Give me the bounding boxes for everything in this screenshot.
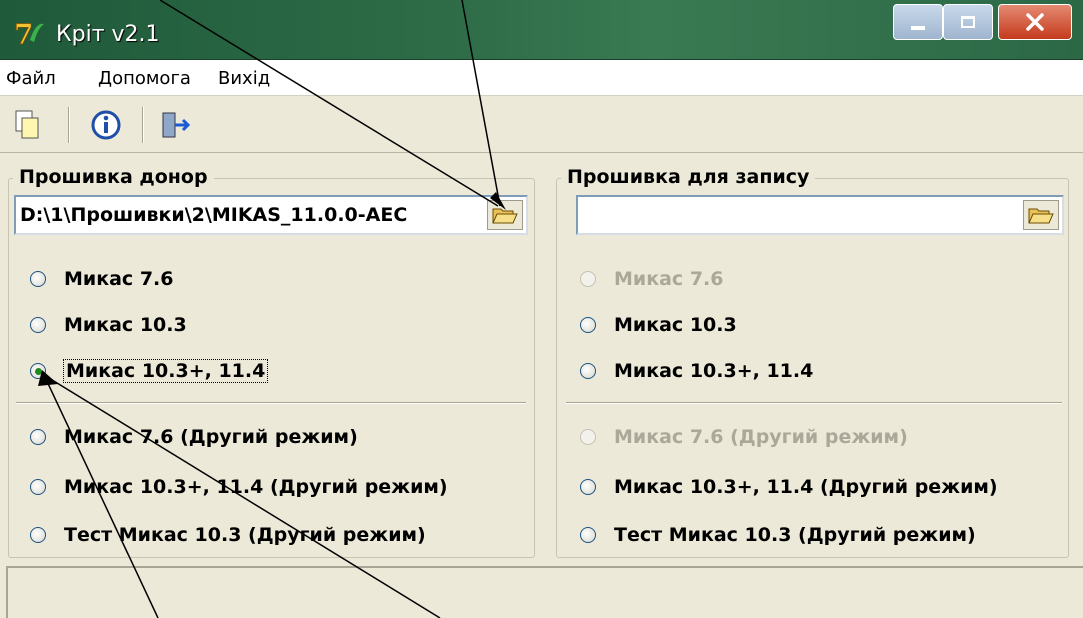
target-option-4[interactable]: Микас 10.3+, 11.4 (Другий режим) [580,470,998,504]
radio-label: Микас 7.6 [64,268,174,290]
new-file-icon [15,110,39,139]
menu-bar: Файл Допомога Вихід [0,60,1083,96]
radio-button[interactable] [30,317,46,333]
window-title: Кріт v2.1 [56,22,160,47]
maximize-icon [961,16,975,28]
radio-label: Микас 7.6 [614,268,724,290]
folder-open-icon [1028,208,1054,224]
radio-button[interactable] [580,317,596,333]
toolbar-separator [68,107,70,143]
radio-label: Тест Микас 10.3 (Другий режим) [614,524,976,546]
donor-option-1[interactable]: Микас 10.3 [30,308,187,342]
radio-label: Тест Микас 10.3 (Другий режим) [64,524,426,546]
target-option-0: Микас 7.6 [580,262,723,296]
radio-label: Микас 7.6 (Другий режим) [614,426,908,448]
toolbar-separator [142,107,144,143]
menu-exit[interactable]: Вихід [218,68,270,89]
target-option-5[interactable]: Тест Микас 10.3 (Другий режим) [580,518,976,552]
target-open-button[interactable] [1023,200,1059,230]
donor-option-5[interactable]: Тест Микас 10.3 (Другий режим) [30,518,426,552]
donor-option-4[interactable]: Микас 10.3+, 11.4 (Другий режим) [30,470,448,504]
close-icon [1026,13,1044,31]
radio-label: Микас 10.3+, 11.4 (Другий режим) [614,476,998,498]
donor-option-0[interactable]: Микас 7.6 [30,262,173,296]
radio-button[interactable] [30,271,46,287]
radio-label: Микас 7.6 (Другий режим) [64,426,358,448]
maximize-button[interactable] [943,4,993,40]
menu-help[interactable]: Допомога [98,68,191,89]
donor-path-text: D:\1\Прошивки\2\MIKAS_11.0.0-AEC [20,204,408,226]
radio-label: Микас 10.3 [614,314,737,336]
target-group-legend: Прошивка для запису [561,166,816,188]
info-icon [91,110,121,140]
exit-button[interactable] [158,107,194,143]
radio-label: Микас 10.3+, 11.4 [62,359,269,383]
folder-open-icon [492,208,518,224]
donor-divider [16,402,526,404]
radio-button[interactable] [580,479,596,495]
radio-label: Микас 10.3+, 11.4 (Другий режим) [64,476,448,498]
app-window: 7 Кріт v2.1 Файл Допомога Вихід Прошивка… [0,0,1083,618]
donor-path-field[interactable]: D:\1\Прошивки\2\MIKAS_11.0.0-AEC [14,195,528,235]
donor-open-button[interactable] [487,200,523,230]
menu-file[interactable]: Файл [6,68,56,89]
radio-button[interactable] [580,527,596,543]
donor-option-3[interactable]: Микас 7.6 (Другий режим) [30,420,358,454]
app-logo-icon: 7 [14,18,44,48]
status-bar [6,566,1083,618]
target-divider [566,402,1062,404]
close-button[interactable] [998,4,1072,40]
donor-option-2[interactable]: Микас 10.3+, 11.4 [30,354,269,388]
minimize-button[interactable] [893,4,943,40]
toolbar [0,97,1083,153]
donor-group-legend: Прошивка донор [13,166,214,188]
radio-button-disabled [580,271,596,287]
radio-label: Микас 10.3+, 11.4 [614,360,814,382]
exit-door-icon [162,112,191,138]
radio-label: Микас 10.3 [64,314,187,336]
radio-button-selected[interactable] [30,363,46,379]
target-option-2[interactable]: Микас 10.3+, 11.4 [580,354,813,388]
target-option-1[interactable]: Микас 10.3 [580,308,737,342]
svg-text:7: 7 [14,18,33,48]
info-button[interactable] [88,107,124,143]
title-bar[interactable]: 7 Кріт v2.1 [0,0,1083,60]
minimize-icon [911,26,925,30]
radio-button[interactable] [580,363,596,379]
target-path-field[interactable] [576,195,1064,235]
radio-button-disabled [580,429,596,445]
radio-button[interactable] [30,479,46,495]
radio-button[interactable] [30,527,46,543]
new-file-button[interactable] [10,107,46,143]
radio-button[interactable] [30,429,46,445]
target-option-3: Микас 7.6 (Другий режим) [580,420,908,454]
